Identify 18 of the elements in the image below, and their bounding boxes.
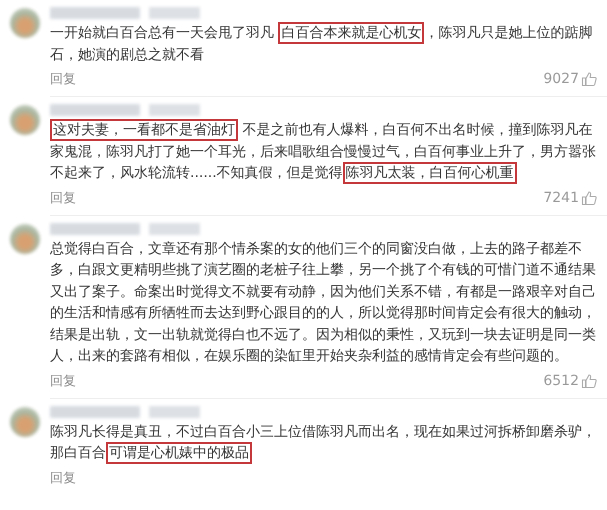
reply-link[interactable]: 回复 [50,468,76,486]
reply-link[interactable]: 回复 [50,70,76,88]
like-count: 6512 [543,372,579,388]
like-count: 7241 [543,190,579,206]
thumbs-up-icon[interactable] [581,190,597,206]
comment-text: 这对夫妻，一看都不是省油灯 不是之前也有人爆料，白百何不出名时候，撞到陈羽凡在家鬼混，陈羽凡打了她一个耳光，后来唱歌组合慢慢过气，白百何事业上升了，男方嚣张不起来了，风水轮流转......不知真假，但是觉得 陈羽凡太装，白百何心机重 [50,120,597,184]
comment-text: 陈羽凡长得是真丑，不过白百合小三上位借陈羽凡而出名，现在如果过河拆桥卸磨杀驴，那白百合 可谓是心机婊中的极品 [50,422,597,464]
thumbs-up-icon[interactable] [581,372,597,388]
reply-link[interactable]: 回复 [50,372,76,390]
avatar [10,105,40,135]
avatar [10,224,40,254]
like-count: 9027 [543,71,579,87]
comment-text: 一开始就白百合总有一天会甩了羽凡 白百合本来就是心机女 ，陈羽凡只是她上位的踮脚石，她演的剧总之就不看 [50,23,597,66]
reply-link[interactable]: 回复 [50,188,76,206]
avatar [10,406,40,436]
comment-text: 总觉得白百合，文章还有那个情杀案的女的他们三个的同窗没白做，上去的路子都差不多，白跟文更精明些挑了演艺圈的老桩子往上攀，另一个挑了个有钱的可惜门道不通结果又出了案子。命案出时觉得文不就要有动静，因为他们关系不错，有都是一路艰辛对自己的生活和情感有所牺牲而去达到野心跟目的的人，所以觉得那时间肯定会有很大的触动，结果是出轨，文一出轨就觉得白也不远了。因为相似的秉性，又玩到一块去证明是同一类人，出来的套路有相似，在娱乐圈的染缸里开始夹杂利益的感情肯定会有些问题的。 [50,240,597,366]
thumbs-up-icon[interactable] [581,71,597,87]
avatar [10,8,40,38]
